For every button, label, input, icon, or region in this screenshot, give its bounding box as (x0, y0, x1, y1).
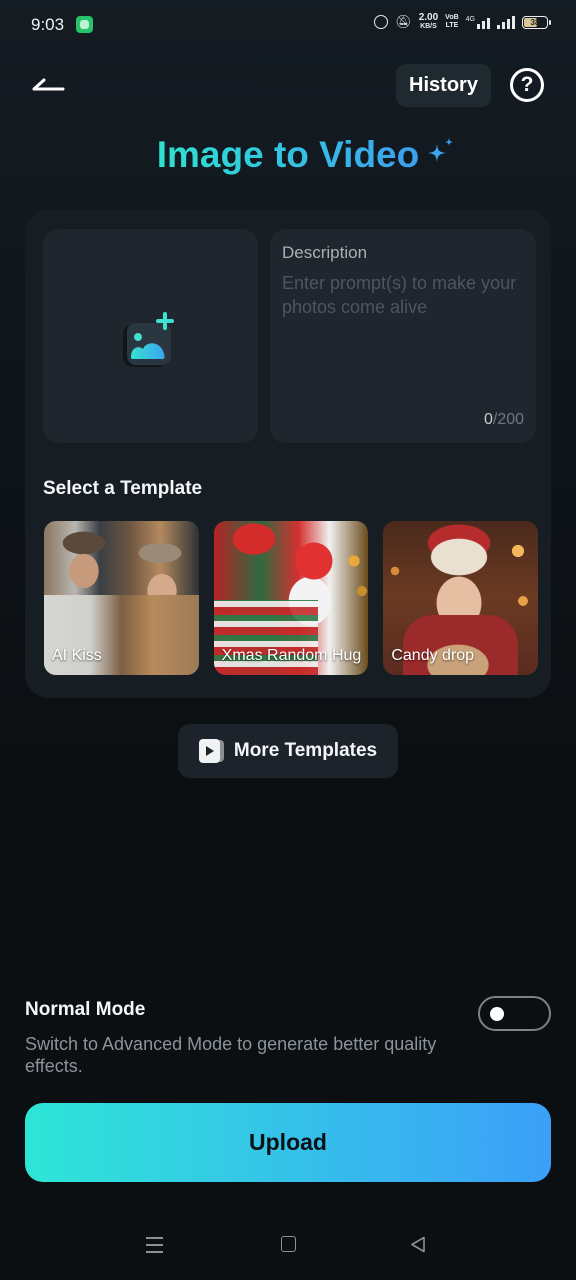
system-nav-bar (0, 1220, 576, 1280)
template-label: AI Kiss (52, 647, 102, 664)
image-upload-tile[interactable] (43, 229, 258, 443)
description-tile: Description 0/200 (270, 229, 536, 443)
advanced-mode-toggle[interactable] (478, 996, 551, 1031)
back-button[interactable] (30, 72, 70, 98)
more-templates-button[interactable]: More Templates (178, 724, 398, 778)
template-label: Candy drop (391, 647, 475, 664)
status-time: 9:03 (31, 15, 65, 34)
character-count: 0/200 (483, 411, 524, 428)
home-icon[interactable] (281, 1236, 296, 1252)
template-list: AI Kiss Xmas Random Hug Candy drop (44, 521, 539, 675)
network-speed: 2.00 KB/S (418, 12, 439, 31)
bell-muted-icon: 🔕︎ (395, 14, 412, 29)
back-arrow-icon (32, 78, 65, 91)
mode-title: Normal Mode (25, 999, 146, 1020)
alarm-icon (374, 15, 389, 29)
template-card-xmas-random-hug[interactable]: Xmas Random Hug (213, 521, 369, 675)
app-notification-icon (76, 16, 93, 33)
more-templates-label: More Templates (233, 740, 378, 761)
recents-icon[interactable] (146, 1237, 163, 1253)
status-bar: 9:03 🔕︎ 2.00 KB/S VoB LTE 4G 38 (0, 0, 576, 50)
toggle-knob (490, 1007, 504, 1021)
template-card-ai-kiss[interactable]: AI Kiss (44, 521, 199, 675)
history-button[interactable]: History (396, 64, 491, 107)
description-input[interactable] (282, 271, 524, 381)
template-label: Xmas Random Hug (221, 647, 362, 664)
main-card: Description 0/200 Select a Template AI K… (25, 210, 551, 698)
page-title: Image to Video (156, 134, 420, 175)
volte-icon: VoB LTE (445, 14, 459, 29)
help-icon[interactable]: ? (510, 68, 544, 102)
description-label: Description (282, 243, 368, 262)
signal-4g-icon: 4G (466, 16, 490, 29)
video-play-icon (198, 739, 224, 763)
battery-icon: 38 (522, 15, 551, 29)
back-triangle-icon[interactable] (410, 1236, 426, 1253)
template-heading: Select a Template (43, 478, 203, 499)
mode-description: Switch to Advanced Mode to generate bett… (25, 1034, 437, 1076)
upload-button[interactable]: Upload (25, 1103, 551, 1182)
sparkle-icon (428, 138, 453, 162)
signal-icon (497, 15, 515, 29)
add-image-icon (123, 312, 174, 367)
status-icons: 🔕︎ 2.00 KB/S VoB LTE 4G 38 (374, 12, 551, 31)
template-card-candy-drop[interactable]: Candy drop (383, 521, 539, 675)
